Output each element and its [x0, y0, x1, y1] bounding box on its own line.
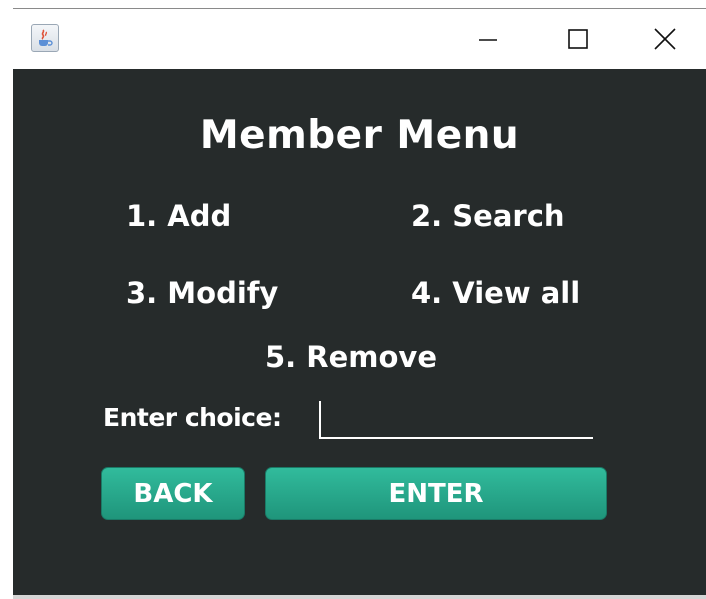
minimize-icon [479, 39, 497, 41]
menu-option-modify: 3. Modify [126, 276, 279, 310]
minimize-button[interactable] [443, 9, 533, 69]
member-menu-panel: Member Menu 1. Add 2. Search 3. Modify 4… [13, 69, 706, 596]
menu-option-remove: 5. Remove [265, 340, 438, 374]
enter-button[interactable]: ENTER [265, 467, 607, 520]
java-coffee-cup-icon[interactable] [31, 24, 59, 52]
menu-option-add: 1. Add [126, 199, 232, 233]
choice-label: Enter choice: [103, 403, 282, 432]
choice-input[interactable] [319, 401, 593, 439]
back-button[interactable]: BACK [101, 467, 245, 520]
close-icon [653, 28, 676, 50]
menu-option-search: 2. Search [411, 199, 565, 233]
menu-option-view-all: 4. View all [411, 276, 581, 310]
maximize-button[interactable] [533, 9, 623, 69]
title-bar[interactable] [13, 9, 706, 69]
close-button[interactable] [623, 9, 706, 69]
window-bottom-edge [13, 595, 706, 599]
page-title: Member Menu [199, 113, 520, 158]
maximize-icon [568, 29, 588, 49]
